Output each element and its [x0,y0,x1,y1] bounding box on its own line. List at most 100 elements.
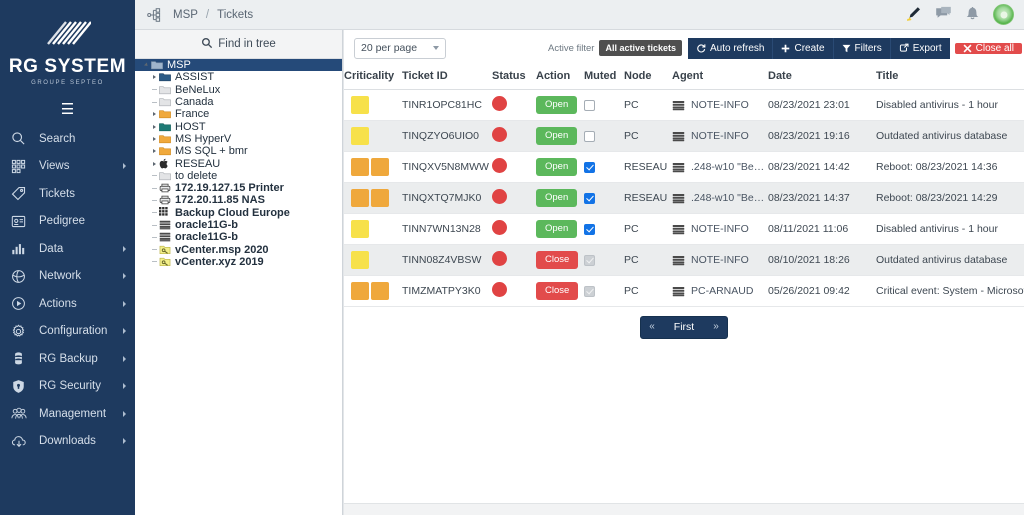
breadcrumb-separator: / [205,8,210,21]
action-close-button[interactable]: Close [536,251,579,269]
cell-ticket-id[interactable]: TIMZMATPY3K0 [402,275,492,307]
tree-expand-arrow-icon[interactable] [149,75,159,80]
cell-ticket-id[interactable]: TINR1OPC81HC [402,89,492,121]
cell-ticket-id[interactable]: TINN7WN13N28 [402,213,492,245]
brand-logo[interactable]: RG SYSTEM GROUPE SEPTEO [0,0,135,86]
sidebar-item-tickets[interactable]: Tickets [0,180,135,208]
action-open-button[interactable]: Open [536,220,578,238]
muted-checkbox[interactable] [584,161,595,173]
column-header-title[interactable]: Title [876,66,1024,90]
tree-node[interactable]: Canada [135,96,342,108]
create-button[interactable]: Create [773,37,834,59]
sidebar-item-management[interactable]: Management [0,400,135,428]
sidebar-item-configuration[interactable]: Configuration [0,317,135,345]
column-header-action[interactable]: Action [536,66,584,90]
cell-agent[interactable]: .248-w10 "Ben… [672,182,768,214]
tree-node[interactable]: oracle11G-b [135,231,342,243]
tree-expand-arrow-icon[interactable] [149,112,159,117]
cell-ticket-id[interactable]: TINQZYO6UIO0 [402,120,492,152]
chat-bubble-icon[interactable] [935,6,952,24]
tree-node[interactable]: MS HyperV [135,133,342,145]
cell-agent[interactable]: .248-w10 "Ben… [672,151,768,183]
per-page-select[interactable]: 20 per page [354,37,446,59]
table-row[interactable]: TINN7WN13N28 Open PC NOTE-INFO 08/11/2021 11… [344,213,1024,245]
close-all-button[interactable]: Close all [954,42,1022,54]
tree-node[interactable]: BeNeLux [135,84,342,96]
column-header-ticket-id[interactable]: Ticket ID [402,66,492,90]
table-row[interactable]: TIMZMATPY3K0 Close PC PC-ARNAUD 05/26/2021 0… [344,275,1024,307]
sidebar-item-actions[interactable]: Actions [0,290,135,318]
column-header-status[interactable]: Status [492,66,536,90]
criticality-block [351,158,369,176]
filters-button[interactable]: Filters [833,37,891,59]
action-close-button[interactable]: Close [536,282,579,300]
horizontal-scrollbar[interactable] [344,503,1024,515]
find-in-tree-button[interactable]: Find in tree [135,30,342,59]
column-header-criticality[interactable]: Criticality [344,66,402,90]
cell-agent[interactable]: NOTE-INFO [672,213,768,245]
tree-node[interactable]: HOST [135,120,342,133]
column-header-date[interactable]: Date [768,66,876,90]
action-open-button[interactable]: Open [536,158,578,176]
muted-checkbox[interactable] [584,223,595,235]
cell-agent[interactable]: PC-ARNAUD [672,275,768,307]
tree-node[interactable]: RESEAU [135,157,342,170]
tree-node[interactable]: oracle11G-b [135,219,342,231]
hamburger-menu-icon[interactable]: ☰ [0,102,135,117]
pagination-prev-button[interactable]: « [641,317,663,338]
sidebar-item-network[interactable]: Network [0,262,135,290]
export-button[interactable]: Export [890,37,950,59]
column-header-muted[interactable]: Muted [584,66,624,90]
action-open-button[interactable]: Open [536,96,578,114]
tree-node[interactable]: MS SQL + bmr [135,145,342,157]
tree-node[interactable]: France [135,108,342,120]
active-filter-chip[interactable]: All active tickets [599,40,682,56]
tree-expand-arrow-icon[interactable] [149,124,159,129]
tree-node[interactable]: Backup Cloud Europe [135,207,342,219]
tree-node[interactable]: MSP [135,59,342,72]
sidebar-item-search[interactable]: Search [0,125,135,153]
column-header-agent[interactable]: Agent [672,66,768,90]
tree-node[interactable]: 172.19.127.15 Printer [135,182,342,194]
sidebar-item-rg-backup[interactable]: RG Backup [0,345,135,373]
breadcrumb-item-tickets[interactable]: Tickets [217,9,253,21]
cell-agent[interactable]: NOTE-INFO [672,89,768,121]
tree-expand-arrow-icon[interactable] [149,136,159,141]
breadcrumb-item-msp[interactable]: MSP [173,9,198,21]
tree-node[interactable]: 172.20.11.85 NAS [135,194,342,206]
sidebar-item-rg-security[interactable]: RG Security [0,372,135,400]
user-avatar-icon[interactable] [993,4,1014,25]
sidebar-item-downloads[interactable]: Downloads [0,427,135,455]
table-row[interactable]: TINR1OPC81HC Open PC NOTE-INFO 08/23/2021 23… [344,89,1024,121]
bell-notification-icon[interactable] [965,5,980,24]
cell-agent[interactable]: NOTE-INFO [672,120,768,152]
muted-checkbox[interactable] [584,130,595,142]
tree-node[interactable]: vCenter.xyz 2019 [135,256,342,268]
table-row[interactable]: TINN08Z4VBSW Close PC NOTE-INFO 08/10/2021 1… [344,244,1024,276]
cell-ticket-id[interactable]: TINQXV5N8MWW [402,151,492,183]
table-row[interactable]: TINQXTQ7MJK0 Open RESEAU .248-w10 "Ben… 08/2… [344,182,1024,214]
tree-collapse-arrow-icon[interactable] [141,62,151,68]
muted-checkbox[interactable] [584,99,595,111]
cell-ticket-id[interactable]: TINN08Z4VBSW [402,244,492,276]
tree-node[interactable]: vCenter.msp 2020 [135,243,342,256]
cell-agent[interactable]: NOTE-INFO [672,244,768,276]
auto-refresh-button[interactable]: Auto refresh [688,37,774,59]
pen-highlighter-icon[interactable] [905,5,922,25]
cell-ticket-id[interactable]: TINQXTQ7MJK0 [402,182,492,214]
column-header-node[interactable]: Node [624,66,672,90]
sidebar-item-views[interactable]: Views [0,152,135,180]
table-row[interactable]: TINQZYO6UIO0 Open PC NOTE-INFO 08/23/2021 19… [344,120,1024,152]
sidebar-item-pedigree[interactable]: Pedigree [0,207,135,235]
sidebar-item-data[interactable]: Data [0,235,135,263]
pagination-next-button[interactable]: » [705,317,727,338]
tree-expand-arrow-icon[interactable] [149,161,159,166]
tree-expand-arrow-icon[interactable] [149,149,159,154]
muted-checkbox[interactable] [584,192,595,204]
action-open-button[interactable]: Open [536,189,578,207]
tree-node[interactable]: to delete [135,170,342,182]
tree-node[interactable]: ASSIST [135,71,342,83]
table-row[interactable]: TINQXV5N8MWW Open RESEAU .248-w10 "Ben… 08/2… [344,151,1024,183]
action-open-button[interactable]: Open [536,127,578,145]
pagination-first-button[interactable]: First [663,317,705,338]
